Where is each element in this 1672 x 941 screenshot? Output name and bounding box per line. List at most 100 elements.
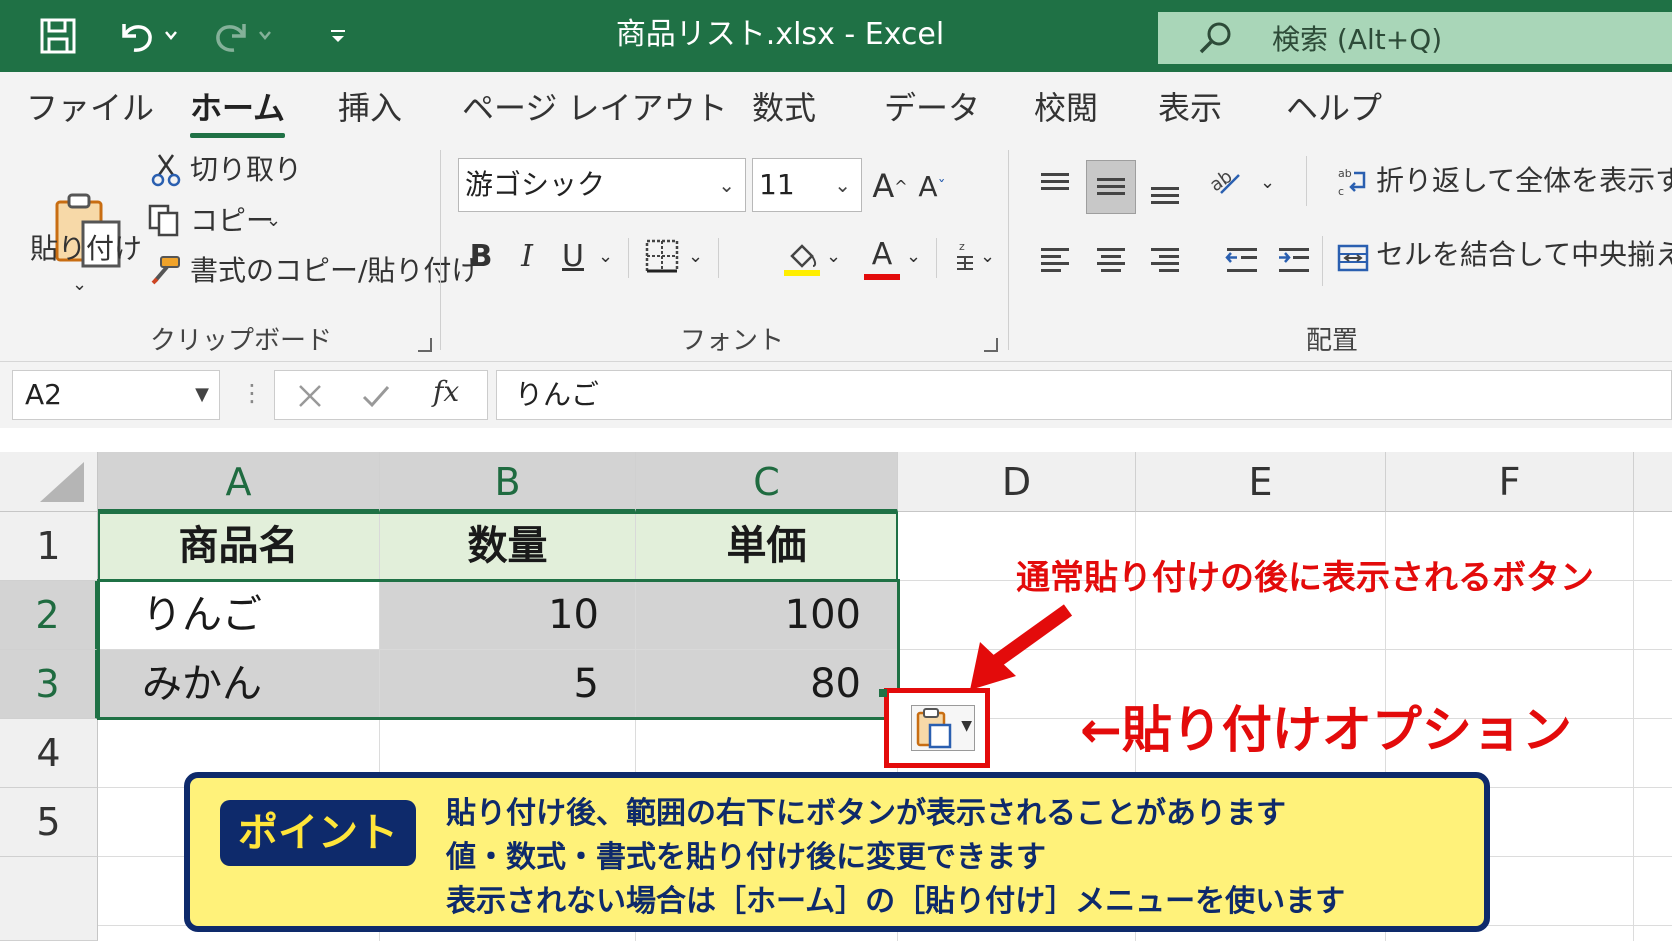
tab-home[interactable]: ホーム: [190, 86, 286, 138]
customize-icon[interactable]: [326, 14, 350, 58]
cell-c1[interactable]: 単価: [636, 512, 898, 581]
phonetic-icon[interactable]: z: [950, 236, 980, 280]
border-icon[interactable]: [642, 236, 682, 276]
fill-color-icon[interactable]: [782, 234, 822, 282]
column-header-g[interactable]: [1634, 452, 1672, 512]
border-dropdown-icon[interactable]: ⌄: [688, 240, 703, 274]
font-launcher-icon[interactable]: [984, 338, 998, 352]
redo-icon[interactable]: [210, 14, 280, 58]
red-arrow-icon: [970, 604, 1073, 690]
increase-indent-icon[interactable]: [1272, 238, 1316, 282]
font-name-select[interactable]: 游ゴシック ⌄: [458, 158, 746, 212]
clipboard-icon: [916, 708, 952, 749]
font-group-label: フォント: [680, 326, 785, 356]
clipboard-launcher-icon[interactable]: [418, 338, 432, 352]
wrap-text-button[interactable]: 折り返して全体を表示する: [1376, 164, 1672, 198]
merge-dropdown-icon[interactable]: ⌄: [1634, 240, 1649, 274]
fill-color-swatch: [784, 270, 820, 276]
merge-center-icon[interactable]: [1336, 238, 1370, 278]
cut-button[interactable]: 切り取り: [190, 153, 302, 187]
merge-center-button[interactable]: セルを結合して中央揃え: [1376, 238, 1672, 272]
orientation-dropdown-icon[interactable]: ⌄: [1260, 166, 1275, 200]
tab-view[interactable]: 表示: [1158, 86, 1222, 130]
cell-corner-marker: [879, 689, 887, 697]
column-header-e[interactable]: E: [1136, 452, 1386, 512]
enter-icon[interactable]: [361, 383, 391, 409]
shrink-font-button[interactable]: Aˇ: [914, 164, 950, 208]
copy-button[interactable]: コピー: [190, 204, 274, 238]
row-header-5[interactable]: 5: [0, 788, 98, 857]
copy-icon[interactable]: [146, 202, 182, 238]
row-header-1[interactable]: 1: [0, 512, 98, 581]
column-header-c[interactable]: C: [636, 452, 898, 512]
italic-button[interactable]: I: [510, 234, 544, 278]
underline-button[interactable]: U: [556, 234, 590, 278]
select-all-button[interactable]: [0, 452, 98, 512]
font-color-button[interactable]: A: [862, 234, 902, 282]
tab-file[interactable]: ファイル: [26, 86, 154, 130]
undo-icon[interactable]: [114, 14, 184, 58]
column-header-a[interactable]: A: [98, 452, 380, 512]
more-options-icon[interactable]: ⋮: [240, 376, 264, 410]
save-icon[interactable]: [36, 14, 80, 58]
font-size-select[interactable]: 11 ⌄: [752, 158, 862, 212]
format-painter-button[interactable]: 書式のコピー/貼り付け: [190, 254, 479, 288]
orientation-icon[interactable]: ab: [1206, 160, 1246, 204]
paste-options-button[interactable]: ▼: [879, 688, 990, 768]
phonetic-dropdown-icon[interactable]: ⌄: [980, 240, 995, 274]
row-header-2[interactable]: 2: [0, 581, 98, 650]
align-bottom-icon[interactable]: [1142, 166, 1188, 216]
format-painter-icon[interactable]: [146, 252, 182, 288]
align-right-icon[interactable]: [1142, 238, 1188, 282]
search-box[interactable]: 検索 (Alt+Q): [1158, 12, 1672, 64]
paste-dropdown-icon[interactable]: ⌄: [72, 268, 87, 302]
search-icon: [1199, 22, 1231, 54]
fill-color-dropdown-icon[interactable]: ⌄: [826, 240, 841, 274]
paste-options-inner: ▼: [911, 705, 975, 751]
ribbon-tabs: ファイル ホーム 挿入 ページ レイアウト 数式 データ 校閲 表示 ヘルプ: [0, 72, 1672, 142]
align-top-icon[interactable]: [1032, 160, 1078, 210]
row-header-6[interactable]: [0, 857, 98, 941]
ribbon-separator: [936, 238, 937, 278]
cancel-icon[interactable]: [297, 383, 323, 409]
wrap-text-icon[interactable]: ab c: [1336, 162, 1370, 202]
search-placeholder: 検索 (Alt+Q): [1272, 23, 1443, 56]
align-left-icon[interactable]: [1032, 238, 1078, 282]
name-box[interactable]: A2 ▼: [12, 370, 220, 420]
paste-label[interactable]: 貼り付け: [30, 232, 142, 266]
bold-button[interactable]: B: [464, 234, 498, 278]
ribbon-separator: [1306, 156, 1307, 206]
decrease-indent-icon[interactable]: [1220, 238, 1264, 282]
column-header-b[interactable]: B: [380, 452, 636, 512]
row-header-3[interactable]: 3: [0, 650, 98, 719]
chevron-down-icon: ⌄: [718, 173, 735, 197]
row-header-4[interactable]: 4: [0, 719, 98, 788]
formula-bar: A2 ▼ ⋮ fx りんご: [0, 362, 1672, 428]
font-color-dropdown-icon[interactable]: ⌄: [906, 240, 921, 274]
cell-a1[interactable]: 商品名: [98, 512, 380, 581]
tab-review[interactable]: 校閲: [1034, 86, 1098, 130]
tab-help[interactable]: ヘルプ: [1286, 86, 1382, 130]
tab-insert[interactable]: 挿入: [338, 86, 402, 130]
cell-b1[interactable]: 数量: [380, 512, 636, 581]
tab-page-layout[interactable]: ページ レイアウト: [462, 86, 728, 130]
align-middle-icon[interactable]: [1086, 160, 1136, 214]
formula-input[interactable]: りんご: [496, 370, 1672, 420]
align-center-icon[interactable]: [1088, 238, 1134, 282]
ribbon-separator: [628, 238, 629, 278]
chevron-down-icon: ⌄: [834, 173, 851, 197]
font-size-value: 11: [759, 168, 795, 201]
insert-function-button[interactable]: fx: [433, 375, 459, 408]
svg-text:ab: ab: [1338, 167, 1352, 180]
tab-formulas[interactable]: 数式: [752, 86, 816, 130]
column-header-d[interactable]: D: [898, 452, 1136, 512]
underline-dropdown-icon[interactable]: ⌄: [598, 240, 613, 274]
grow-font-button[interactable]: A ^: [872, 164, 908, 208]
tab-data[interactable]: データ: [884, 86, 980, 130]
point-badge: ポイント: [220, 800, 416, 866]
grid-line: [1633, 512, 1634, 941]
column-header-f[interactable]: F: [1386, 452, 1634, 512]
cut-icon[interactable]: [150, 152, 182, 188]
window-title: 商品リスト.xlsx - Excel: [615, 17, 945, 52]
copy-dropdown-icon[interactable]: ⌄: [266, 204, 281, 238]
